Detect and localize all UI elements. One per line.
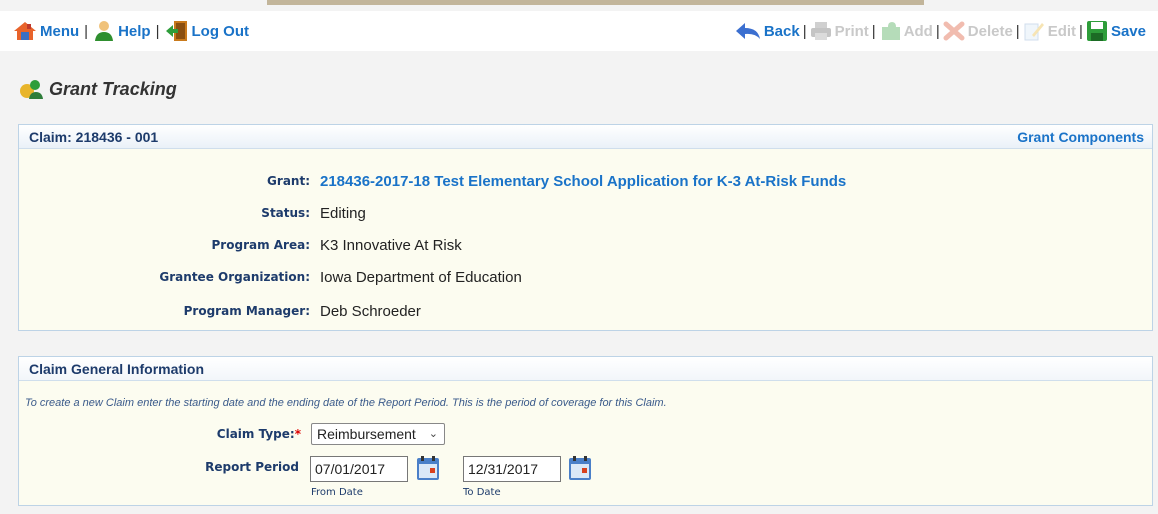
from-date-input[interactable]: 07/01/2017 [310,456,408,482]
save-label: Save [1110,22,1146,40]
claim-panel: Claim: 218436 - 001 Grant Components Gra… [18,124,1153,331]
help-button[interactable]: Help [93,20,151,42]
claim-general-title: Claim General Information [29,360,205,377]
to-date-input[interactable]: 12/31/2017 [463,456,561,482]
top-accent-stripe [267,0,924,5]
calendar-icon[interactable] [416,455,440,481]
add-label: Add [903,22,933,40]
required-asterisk: * [294,427,301,441]
grantee-label: Grantee Organization: [159,270,310,284]
logout-label: Log Out [191,22,249,40]
toolbar: Menu | Help | Log Out Back | Print | Add… [0,11,1158,51]
edit-button[interactable]: Edit [1023,21,1076,41]
back-label: Back [763,22,800,40]
toolbar-separator: | [935,22,940,40]
toolbar-separator: | [871,22,876,40]
toolbar-separator: | [155,22,160,40]
program-area-value: K3 Innovative At Risk [320,236,462,254]
program-manager-row: Program Manager: Deb Schroeder [19,301,421,321]
status-value: Editing [320,204,366,222]
program-manager-label: Program Manager: [183,304,310,318]
help-label: Help [118,22,151,40]
claim-type-label: Claim Type:* [19,427,301,441]
print-label: Print [834,22,869,40]
toolbar-separator: | [1015,22,1020,40]
toolbar-right: Back | Print | Add | Delete | Edit | Sav… [735,20,1146,42]
report-period-label: Report Period [205,460,299,474]
add-button[interactable]: Add [879,21,933,41]
back-arrow-icon [735,23,760,39]
home-icon [14,22,36,40]
toolbar-separator: | [802,22,807,40]
program-area-label: Program Area: [211,238,310,252]
grant-link[interactable]: 218436-2017-18 Test Elementary School Ap… [320,173,846,190]
grant-components-link[interactable]: Grant Components [1017,129,1144,145]
claim-general-header: Claim General Information [19,357,1152,381]
claim-type-value: Reimbursement [317,426,416,442]
save-button[interactable]: Save [1086,20,1146,42]
instruction-text: To create a new Claim enter the starting… [25,397,667,409]
page-title-text: Grant Tracking [49,78,177,99]
chevron-down-icon: ⌄ [428,428,438,440]
edit-pencil-icon [1024,23,1044,41]
help-person-icon [95,21,114,41]
grant-label: Grant: [267,174,310,188]
edit-label: Edit [1047,22,1077,40]
delete-label: Delete [967,22,1013,40]
program-manager-value: Deb Schroeder [320,302,421,320]
save-disk-icon [1086,21,1107,41]
logout-button[interactable]: Log Out [165,20,249,42]
delete-button[interactable]: Delete [943,21,1013,41]
grantee-value: Iowa Department of Education [320,268,522,286]
claim-type-select[interactable]: Reimbursement ⌄ [311,423,445,445]
toolbar-left: Menu | Help | Log Out [13,20,249,42]
claim-type-label-text: Claim Type: [216,427,295,441]
claim-general-panel: Claim General Information To create a ne… [18,356,1153,506]
page-title: Grant Tracking [18,78,177,100]
toolbar-separator: | [84,22,89,40]
program-area-row: Program Area: K3 Innovative At Risk [19,235,462,255]
toolbar-separator: | [1079,22,1083,40]
status-label: Status: [261,206,310,220]
grant-row: Grant: 218436-2017-18 Test Elementary Sc… [19,171,846,191]
calendar-icon[interactable] [568,455,592,481]
from-date-caption: From Date [311,487,363,498]
claim-panel-header: Claim: 218436 - 001 Grant Components [19,125,1152,149]
menu-label: Menu [40,22,80,40]
grantee-row: Grantee Organization: Iowa Department of… [19,267,522,287]
add-puzzle-icon [881,22,900,40]
back-button[interactable]: Back [735,21,800,41]
to-date-caption: To Date [463,487,501,498]
menu-button[interactable]: Menu [13,21,79,41]
door-exit-icon [165,21,187,41]
print-button[interactable]: Print [810,21,869,41]
delete-x-icon [943,21,965,41]
printer-icon [810,22,831,40]
claim-id: Claim: 218436 - 001 [29,128,159,145]
grant-tracking-icon [20,80,43,99]
status-row: Status: Editing [19,203,366,223]
